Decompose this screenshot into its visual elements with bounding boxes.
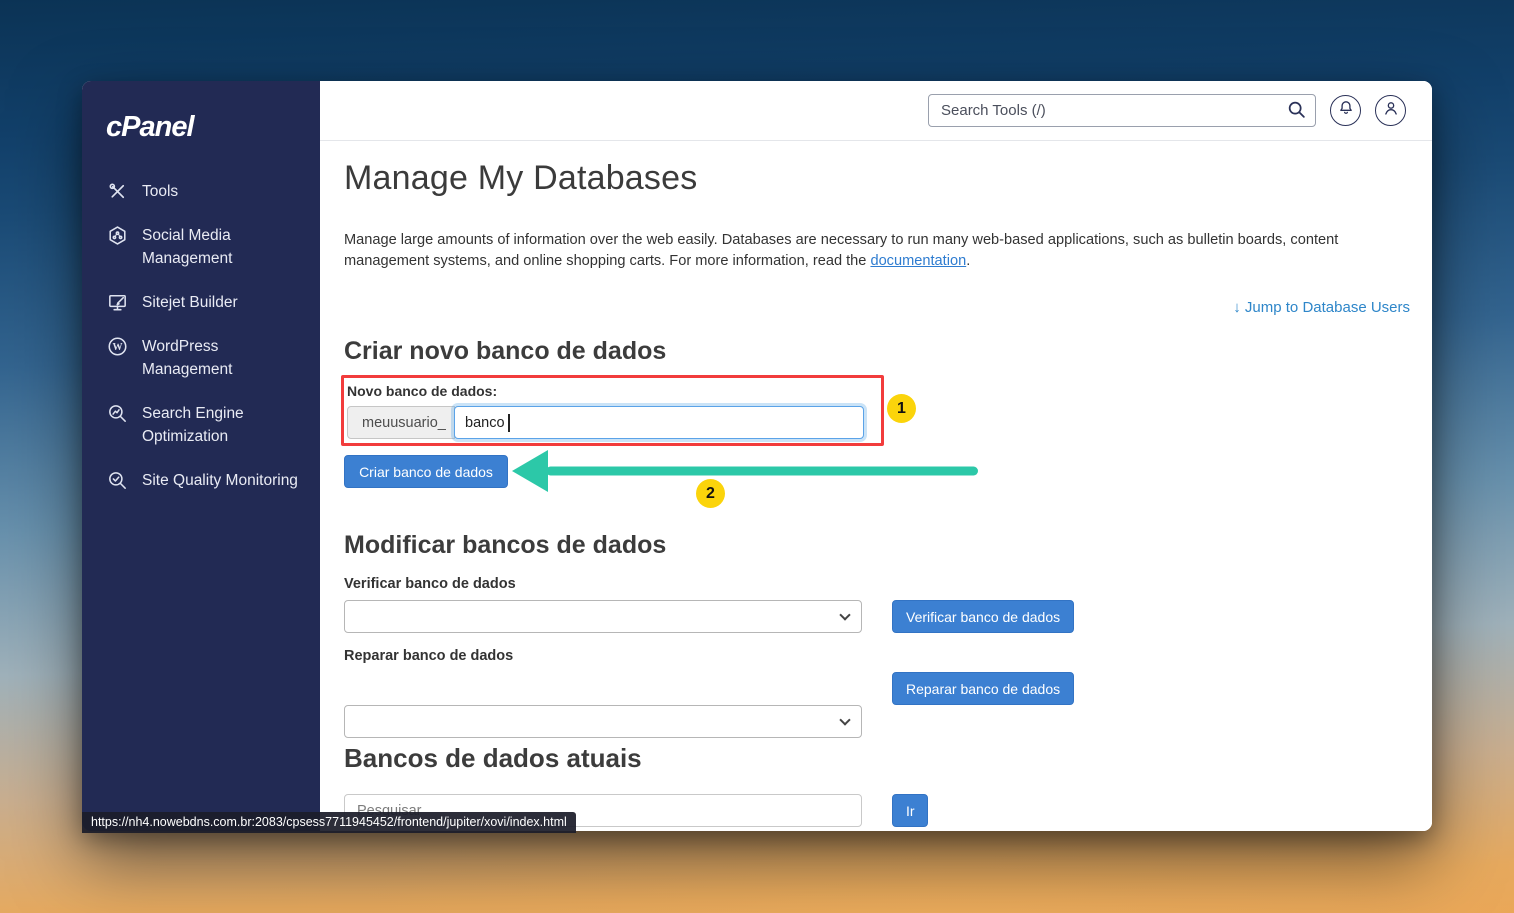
search-icon[interactable] (1286, 99, 1308, 121)
check-database-select[interactable] (344, 600, 862, 633)
new-database-label: Novo banco de dados: (347, 383, 498, 399)
annotation-badge-2: 2 (696, 479, 725, 508)
description-text: Manage large amounts of information over… (344, 232, 1339, 269)
check-database-button[interactable]: Verificar banco de dados (892, 600, 1075, 633)
annotation-arrow (512, 450, 978, 492)
go-button[interactable]: Ir (892, 794, 928, 827)
database-prefix: meuusuario_ (347, 406, 455, 439)
sidebar-item-sitejet[interactable]: Sitejet Builder (82, 291, 320, 314)
sidebar-item-label: Site Quality Monitoring (142, 472, 298, 489)
repair-database-label: Reparar banco de dados (344, 648, 514, 664)
documentation-link[interactable]: documentation (870, 253, 966, 269)
wordpress-icon: W (106, 335, 129, 358)
sidebar-nav: Tools Social Media Management Sitejet Bu… (82, 180, 320, 492)
database-name-wrap (454, 406, 864, 439)
social-media-icon (106, 224, 129, 247)
current-databases-heading: Bancos de dados atuais (344, 743, 642, 773)
database-name-input[interactable] (454, 406, 864, 439)
annotation-red-box: Novo banco de dados: meuusuario_ (341, 375, 884, 446)
sidebar-item-label: Search Engine Optimization (142, 405, 244, 445)
page-title: Manage My Databases (344, 159, 698, 197)
sidebar: cPanel Tools Social Media Management Sit… (82, 81, 320, 831)
modify-databases-heading: Modificar bancos de dados (344, 531, 667, 559)
check-database-select-wrap (344, 600, 862, 633)
description-period: . (966, 252, 971, 269)
sidebar-item-site-quality[interactable]: Site Quality Monitoring (82, 469, 320, 492)
page-description: Manage large amounts of information over… (344, 230, 1352, 271)
down-arrow-icon: ↓ (1233, 299, 1241, 316)
jump-to-database-users-link[interactable]: ↓ Jump to Database Users (1233, 299, 1410, 316)
tools-icon (106, 180, 129, 203)
seo-icon (106, 402, 129, 425)
repair-database-select-wrap (344, 705, 862, 738)
sidebar-item-wordpress[interactable]: W WordPress Management (82, 335, 320, 381)
annotation-badge-1: 1 (887, 394, 916, 423)
browser-status-url: https://nh4.nowebdns.com.br:2083/cpsess7… (82, 812, 576, 833)
sidebar-item-label: WordPress Management (142, 338, 233, 378)
bell-icon (1336, 98, 1356, 123)
sidebar-item-tools[interactable]: Tools (82, 180, 320, 203)
page-content: Manage My Databases Manage large amounts… (320, 141, 1432, 831)
sidebar-item-label: Social Media Management (142, 227, 233, 267)
sitejet-builder-icon (106, 291, 129, 314)
sidebar-item-seo[interactable]: Search Engine Optimization (82, 402, 320, 448)
sidebar-item-label: Tools (142, 183, 179, 200)
create-database-button[interactable]: Criar banco de dados (344, 455, 508, 488)
new-database-input-group: meuusuario_ (347, 406, 881, 439)
repair-database-button[interactable]: Reparar banco de dados (892, 672, 1075, 705)
create-database-heading: Criar novo banco de dados (344, 337, 667, 365)
browser-window: cPanel Tools Social Media Management Sit… (82, 81, 1432, 831)
site-quality-icon (106, 469, 129, 492)
svg-text:W: W (112, 342, 122, 353)
text-caret (508, 414, 510, 432)
user-icon (1381, 98, 1401, 123)
account-button[interactable] (1375, 95, 1406, 126)
sidebar-item-label: Sitejet Builder (142, 294, 238, 311)
jump-link-label: Jump to Database Users (1244, 299, 1410, 316)
repair-database-select[interactable] (344, 705, 862, 738)
top-bar (320, 81, 1432, 141)
notifications-button[interactable] (1330, 95, 1361, 126)
check-database-label: Verificar banco de dados (344, 576, 516, 592)
tool-search (928, 94, 1316, 127)
cpanel-logo: cPanel (106, 111, 195, 143)
main-area: Manage My Databases Manage large amounts… (320, 81, 1432, 831)
sidebar-item-social-media[interactable]: Social Media Management (82, 224, 320, 270)
search-input[interactable] (928, 94, 1316, 127)
